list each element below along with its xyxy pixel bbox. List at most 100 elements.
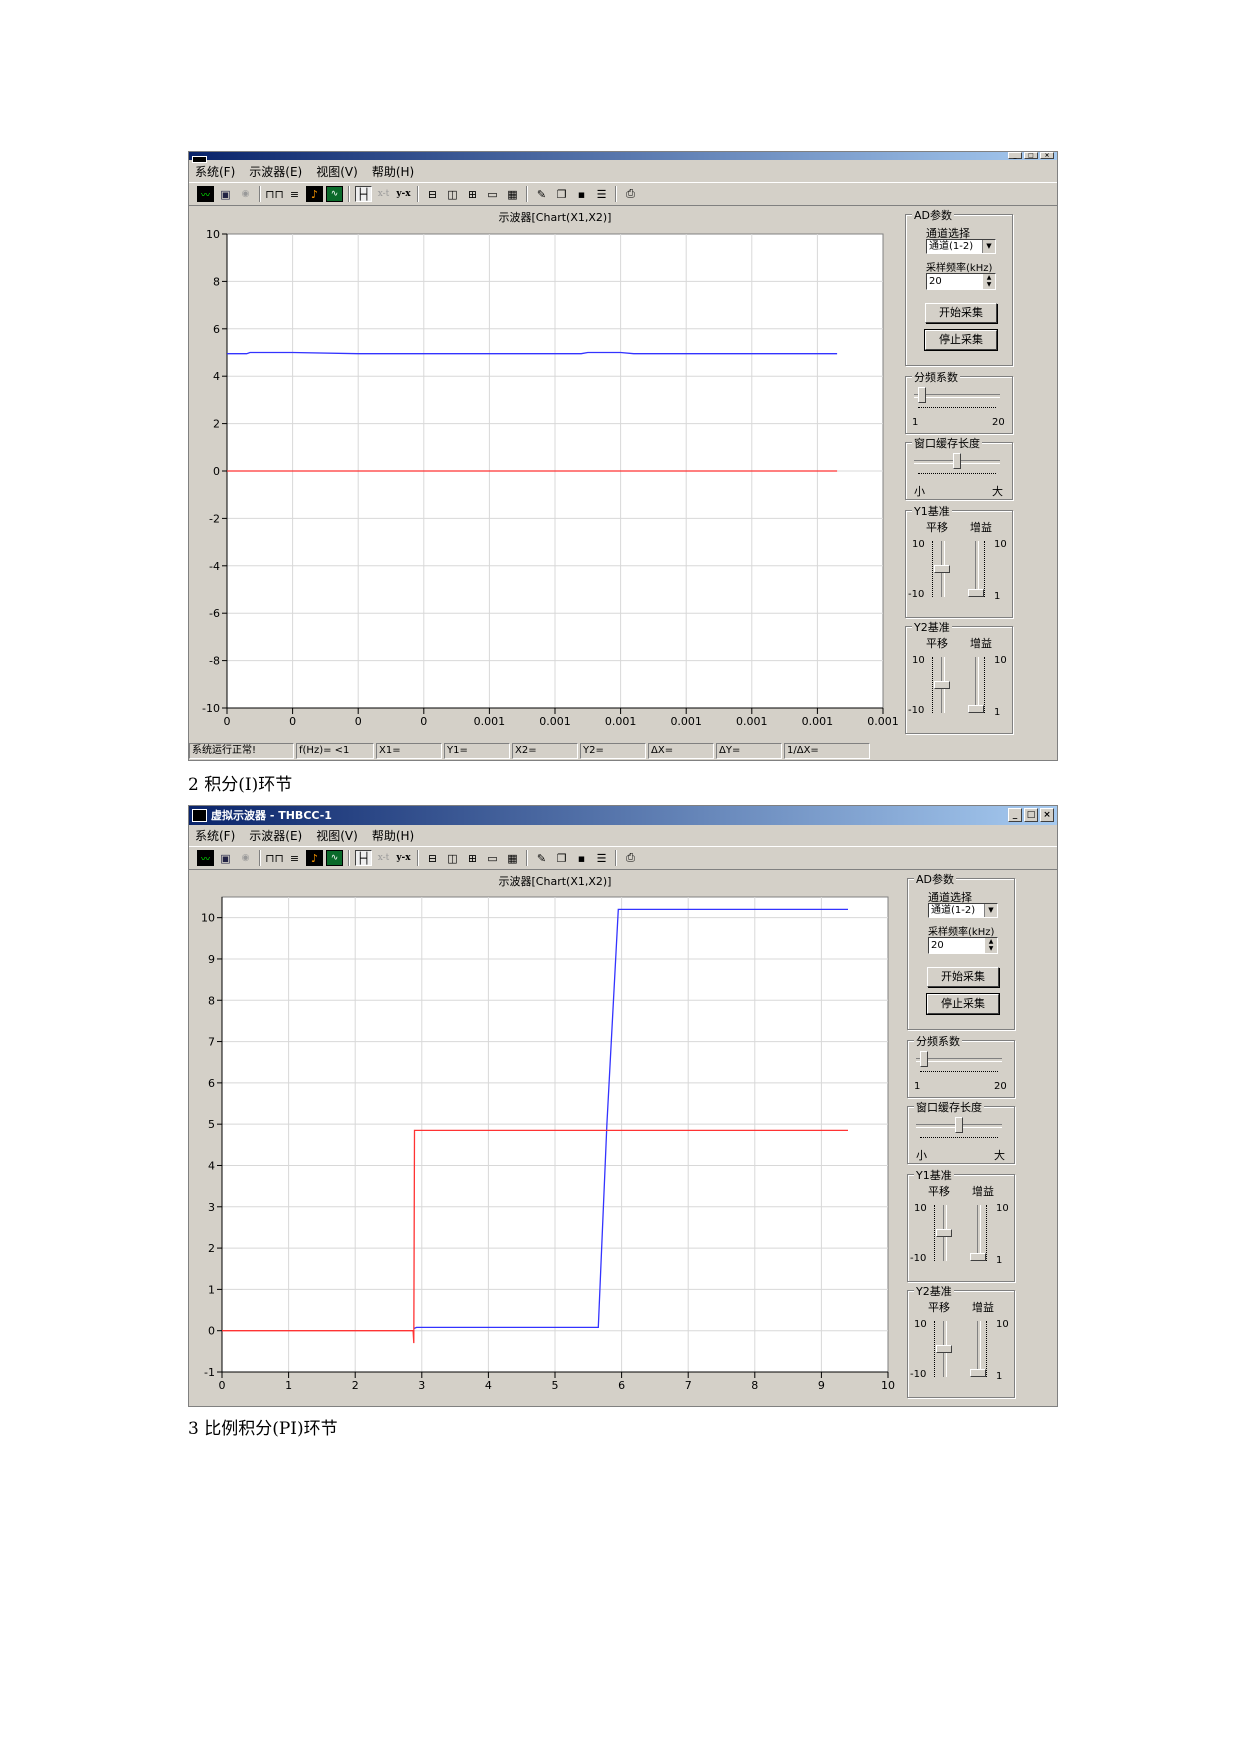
cursor-icon[interactable]: ├┤	[355, 850, 372, 866]
channel-select[interactable]: 通道(1-2) ▼	[926, 239, 996, 254]
lines-icon[interactable]: ≡	[286, 186, 303, 202]
print-icon[interactable]: ⎙	[622, 186, 639, 202]
yx-mode-icon[interactable]: y-x	[395, 850, 412, 866]
menu-oscilloscope[interactable]: 示波器(E)	[249, 827, 302, 844]
stop-acquisition-button[interactable]: 停止采集	[924, 329, 998, 351]
y1-gain-slider[interactable]	[964, 539, 990, 599]
menu-help[interactable]: 帮助(H)	[372, 827, 414, 844]
save-icon[interactable]: ▪	[573, 850, 590, 866]
chevron-down-icon[interactable]: ▼	[982, 240, 995, 253]
slider-thumb[interactable]	[968, 589, 984, 597]
close-button[interactable]: ×	[1040, 808, 1054, 822]
grid-icon[interactable]: ⊞	[464, 186, 481, 202]
buffer-slider[interactable]	[912, 451, 1002, 475]
print-icon[interactable]: ⎙	[622, 850, 639, 866]
slider-thumb[interactable]	[934, 565, 950, 573]
slider-thumb[interactable]	[936, 1345, 952, 1353]
properties-icon[interactable]: ☰	[593, 186, 610, 202]
fft-icon[interactable]: ♪	[306, 850, 323, 866]
scope-icon[interactable]: ∿	[326, 850, 343, 866]
table-icon[interactable]: ▦	[504, 850, 521, 866]
title-bar[interactable]: 虚拟示波器 - THBCC-1 _ □ ×	[189, 806, 1057, 825]
close-button[interactable]: ×	[1040, 152, 1054, 159]
grid-icon[interactable]: ⊞	[464, 850, 481, 866]
fft-icon[interactable]: ♪	[306, 186, 323, 202]
rate-input[interactable]: 20 ▲ ▼	[928, 937, 998, 954]
oscilloscope-chart[interactable]: 示波器[Chart(X1,X2)] 0 0 0 0 0.001 0.001 0.001 0.00…	[189, 208, 899, 738]
slider-thumb[interactable]	[968, 705, 984, 713]
copy-icon[interactable]: ❐	[553, 186, 570, 202]
spinner-icon[interactable]: ▲ ▼	[983, 274, 995, 289]
camera-icon[interactable]: ▣	[217, 850, 234, 866]
record-icon[interactable]: ◉	[237, 186, 254, 202]
slider-thumb[interactable]	[919, 1051, 928, 1067]
divider-slider[interactable]	[912, 385, 1002, 409]
slider-thumb[interactable]	[936, 1229, 952, 1237]
camera-icon[interactable]: ▣	[217, 186, 234, 202]
x-tick-label: 7	[685, 1379, 692, 1392]
menu-system[interactable]: 系统(F)	[195, 827, 235, 844]
split-horizontal-icon[interactable]: ⊟	[424, 186, 441, 202]
chart-icon[interactable]: 〰	[197, 186, 214, 202]
scope-icon[interactable]: ∿	[326, 186, 343, 202]
table-icon[interactable]: ▦	[504, 186, 521, 202]
y1-shift-slider[interactable]	[932, 1203, 958, 1263]
x-tick-label: 0.001	[605, 715, 637, 728]
yx-mode-icon[interactable]: y-x	[395, 186, 412, 202]
y1-shift-slider[interactable]	[930, 539, 956, 599]
slider-thumb[interactable]	[955, 1117, 963, 1133]
brush-icon[interactable]: ✎	[533, 850, 550, 866]
menu-view[interactable]: 视图(V)	[316, 827, 358, 844]
slider-thumb[interactable]	[970, 1369, 986, 1377]
y1-gain-slider[interactable]	[966, 1203, 992, 1263]
slider-thumb[interactable]	[917, 387, 926, 403]
split-vertical-icon[interactable]: ◫	[444, 186, 461, 202]
y2-shift-slider[interactable]	[930, 655, 956, 715]
maximize-button[interactable]: □	[1024, 152, 1038, 159]
x-tick-label: 0.001	[736, 715, 768, 728]
buffer-slider[interactable]	[914, 1115, 1004, 1139]
split-vertical-icon[interactable]: ◫	[444, 850, 461, 866]
menu-help[interactable]: 帮助(H)	[372, 163, 414, 180]
y2-gain-slider[interactable]	[966, 1319, 992, 1379]
slider-thumb[interactable]	[934, 681, 950, 689]
split-horizontal-icon[interactable]: ⊟	[424, 850, 441, 866]
title-bar[interactable]: 虚拟示波器 - THBCC-1 _ □ ×	[189, 152, 1057, 163]
lines-icon[interactable]: ≡	[286, 850, 303, 866]
shift-max: 10	[912, 655, 925, 666]
maximize-button[interactable]: □	[1024, 808, 1038, 822]
channel-select[interactable]: 通道(1-2) ▼	[928, 903, 998, 918]
cursor-icon[interactable]: ├┤	[355, 186, 372, 202]
xt-mode-icon[interactable]: x-t	[375, 850, 392, 866]
menu-oscilloscope[interactable]: 示波器(E)	[249, 163, 302, 180]
menu-system[interactable]: 系统(F)	[195, 163, 235, 180]
shift-label: 平移	[928, 1301, 950, 1314]
chat-icon[interactable]: ▭	[484, 186, 501, 202]
minimize-button[interactable]: _	[1008, 808, 1022, 822]
square-wave-icon[interactable]: ⊓⊓	[265, 850, 283, 866]
y-tick-label: 6	[208, 1077, 215, 1090]
save-icon[interactable]: ▪	[573, 186, 590, 202]
copy-icon[interactable]: ❐	[553, 850, 570, 866]
properties-icon[interactable]: ☰	[593, 850, 610, 866]
slider-thumb[interactable]	[970, 1253, 986, 1261]
xt-mode-icon[interactable]: x-t	[375, 186, 392, 202]
brush-icon[interactable]: ✎	[533, 186, 550, 202]
record-icon[interactable]: ◉	[237, 850, 254, 866]
start-acquisition-button[interactable]: 开始采集	[927, 967, 999, 987]
stop-acquisition-button[interactable]: 停止采集	[926, 993, 1000, 1015]
menu-view[interactable]: 视图(V)	[316, 163, 358, 180]
minimize-button[interactable]: _	[1008, 152, 1022, 159]
chat-icon[interactable]: ▭	[484, 850, 501, 866]
square-wave-icon[interactable]: ⊓⊓	[265, 186, 283, 202]
start-acquisition-button[interactable]: 开始采集	[925, 303, 997, 323]
rate-input[interactable]: 20 ▲ ▼	[926, 273, 996, 290]
chart-icon[interactable]: 〰	[197, 850, 214, 866]
divider-slider[interactable]	[914, 1049, 1004, 1073]
spinner-icon[interactable]: ▲ ▼	[985, 938, 997, 953]
oscilloscope-chart[interactable]: 示波器[Chart(X1,X2)]0 1 2 3 4 5 6 7 8 9 1010987654321…	[189, 872, 901, 1407]
y2-shift-slider[interactable]	[932, 1319, 958, 1379]
chevron-down-icon[interactable]: ▼	[984, 904, 997, 917]
y2-gain-slider[interactable]	[964, 655, 990, 715]
slider-thumb[interactable]	[953, 453, 961, 469]
